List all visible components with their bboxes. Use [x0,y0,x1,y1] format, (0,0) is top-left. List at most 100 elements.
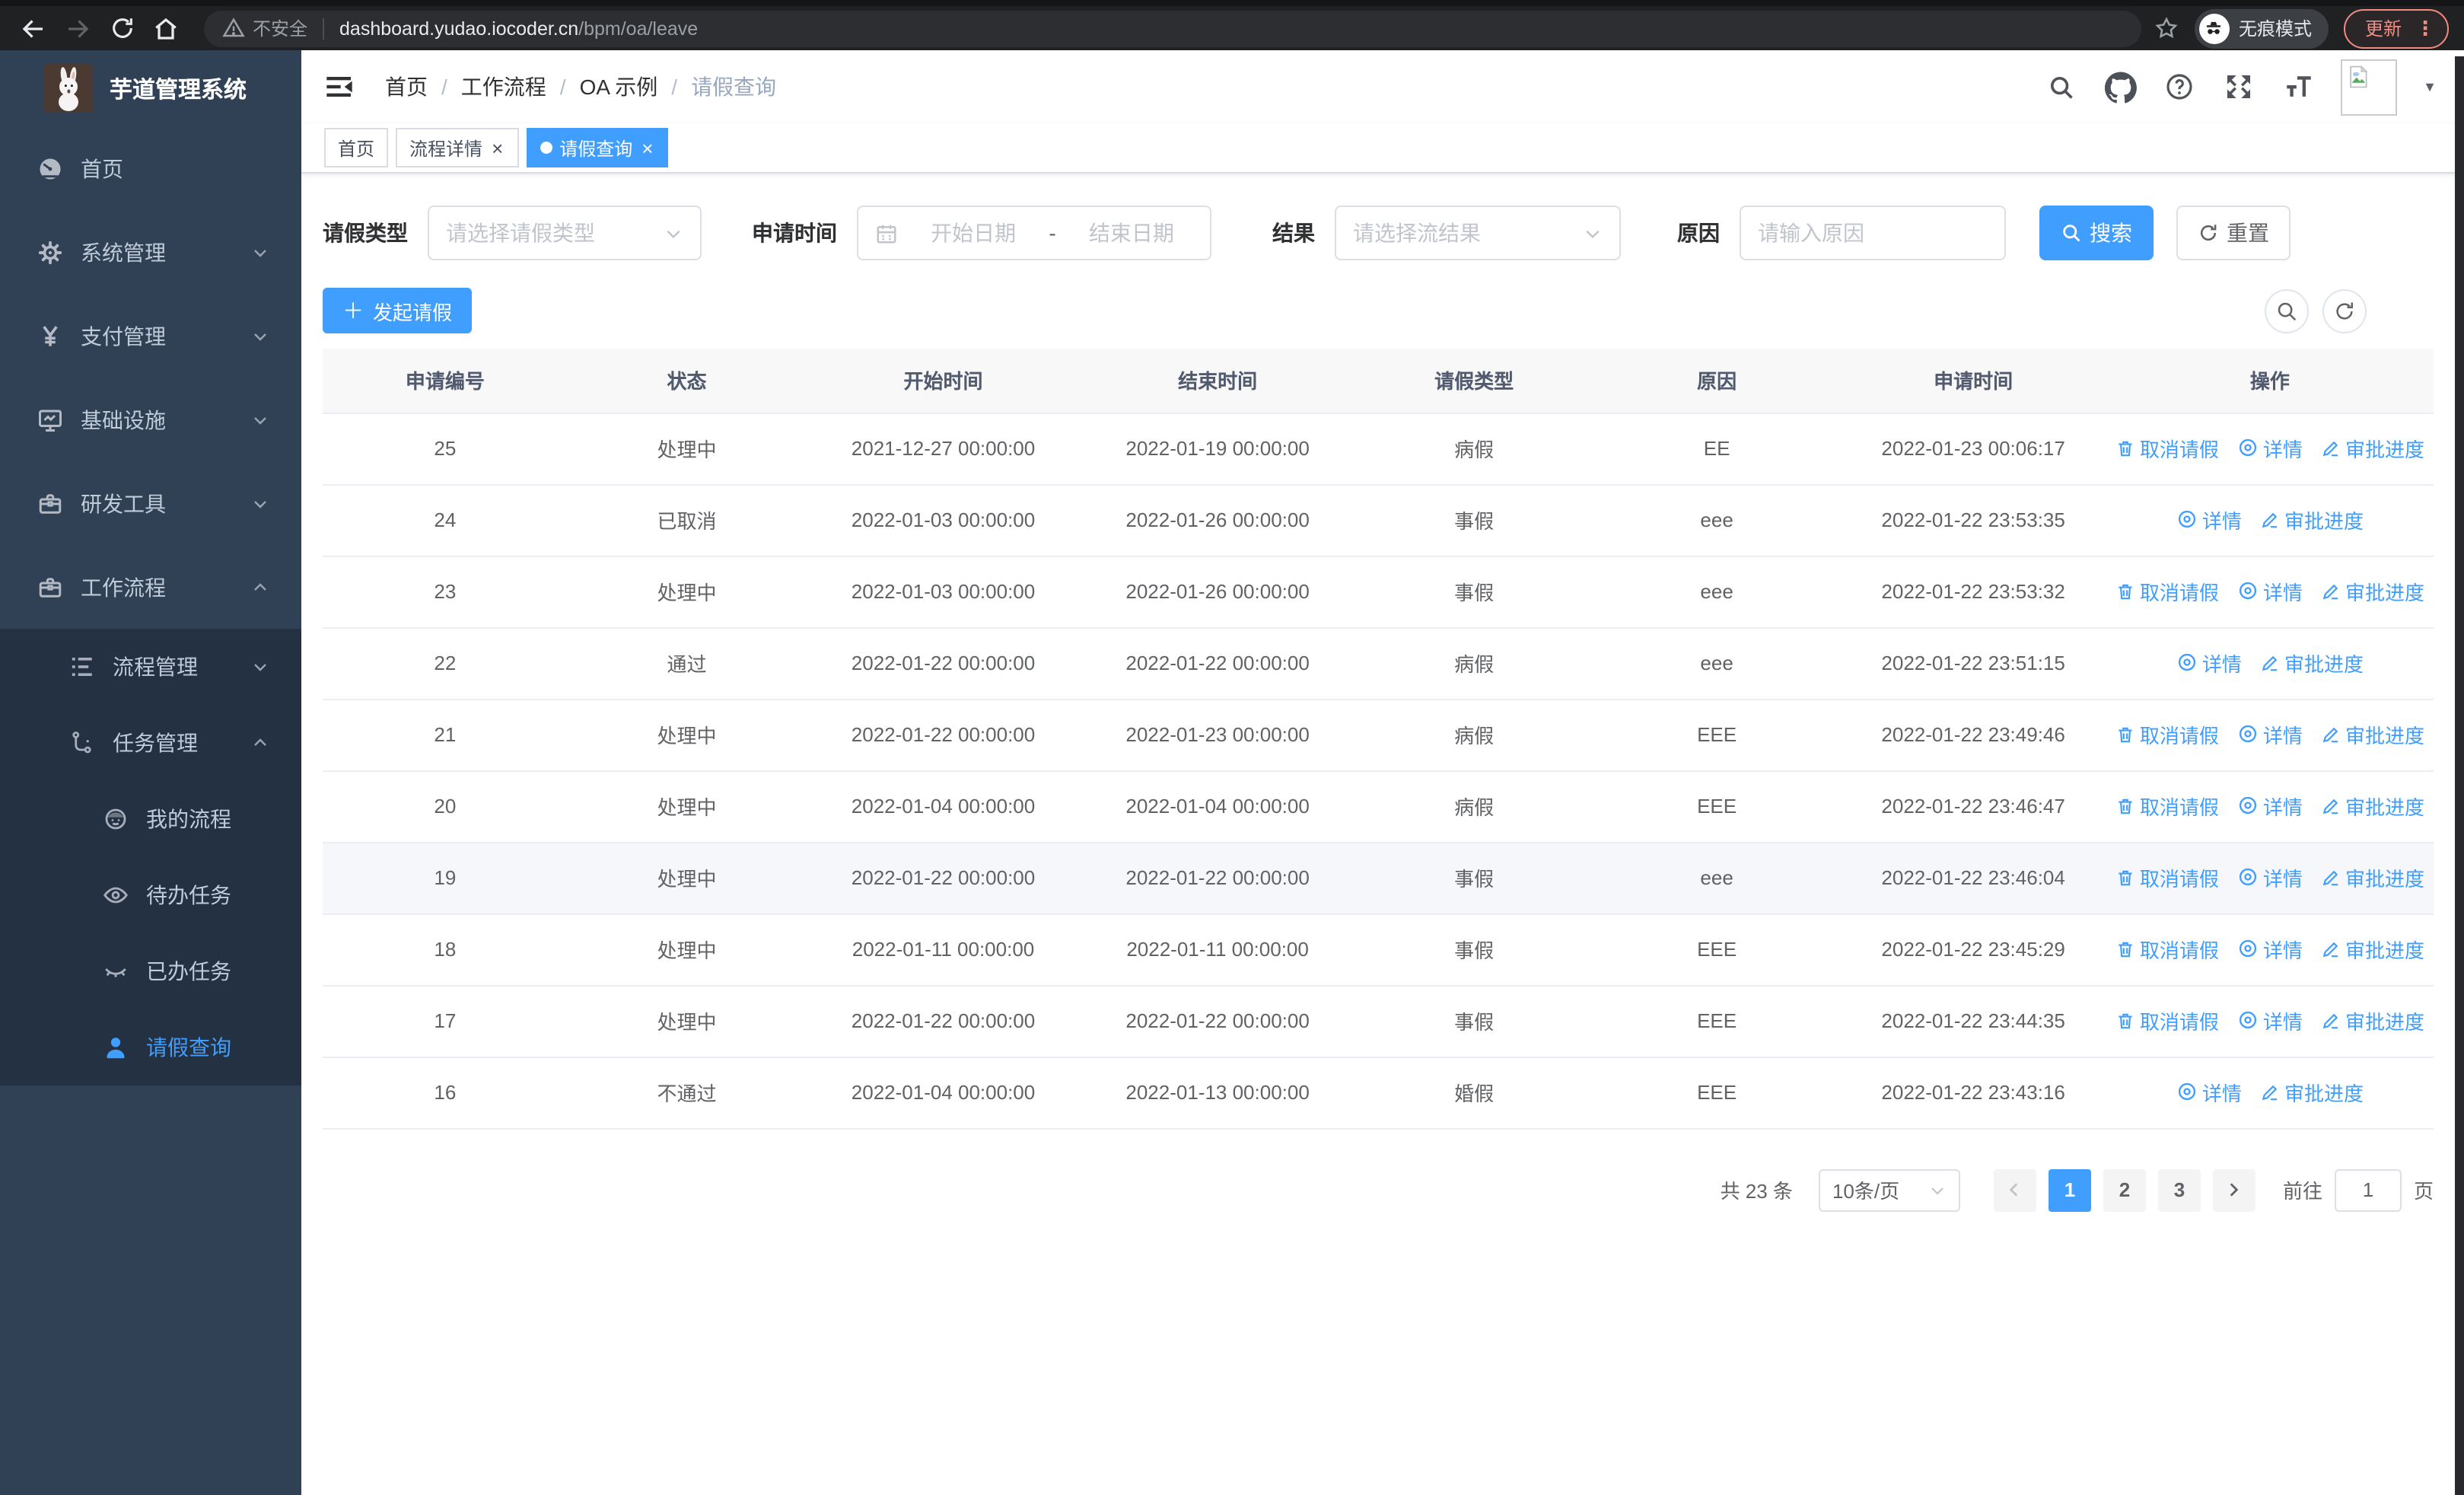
goto-page-input[interactable] [2334,1168,2402,1211]
pen-icon [2262,1085,2278,1101]
result-select[interactable]: 请选择流结果 [1335,206,1621,260]
tag-close-icon[interactable]: × [490,138,505,158]
page-button-1[interactable]: 1 [2048,1168,2091,1211]
tag-close-icon[interactable]: × [640,138,654,158]
action-detail-link[interactable]: 详情 [2237,792,2303,821]
github-icon[interactable] [2103,70,2137,104]
app-logo-row[interactable]: 芋道管理系统 [0,50,301,126]
app-logo-rabbit-image [44,64,93,113]
breadcrumb-oa-example[interactable]: OA 示例 [580,72,658,102]
prev-page-button[interactable] [1993,1168,2036,1211]
end-date-placeholder[interactable]: 结束日期 [1070,218,1193,248]
action-progress-link[interactable]: 审批进度 [2321,1007,2424,1036]
pen-icon [2322,1014,2338,1029]
breadcrumb-separator: / [671,75,678,99]
table-row: 21 处理中 2022-01-22 00:00:00 2022-01-23 00:00… [323,699,2434,771]
leave-type-select[interactable]: 请选择请假类型 [428,206,702,260]
action-progress-link[interactable]: 审批进度 [2260,506,2364,535]
sidebar-collapse-icon[interactable] [324,70,358,104]
sidebar-item-label: 任务管理 [113,731,198,755]
action-detail-link[interactable]: 详情 [2237,434,2303,463]
action-cancel-link[interactable]: 取消请假 [2115,721,2219,750]
browser-scrollbar[interactable] [2455,56,2464,1495]
avatar[interactable] [2341,59,2398,115]
bookmark-star-icon[interactable] [2154,15,2179,41]
action-detail-link[interactable]: 详情 [2176,1078,2242,1107]
tag-process-detail[interactable]: 流程详情 × [396,128,519,167]
next-page-button[interactable] [2212,1168,2255,1211]
action-progress-link[interactable]: 审批进度 [2321,864,2424,893]
browser-menu-dots-icon[interactable]: ⋮ [2415,16,2435,40]
font-size-icon[interactable] [2281,70,2315,104]
action-detail-link[interactable]: 详情 [2237,1006,2303,1035]
action-cancel-link[interactable]: 取消请假 [2115,1007,2219,1036]
action-cancel-link[interactable]: 取消请假 [2115,792,2219,821]
action-progress-link[interactable]: 审批进度 [2321,792,2424,821]
action-cancel-link[interactable]: 取消请假 [2115,936,2219,964]
sidebar-item-workflow[interactable]: 工作流程 [0,545,301,629]
cell-actions: 详情 审批进度 [2106,627,2434,700]
page-button-2[interactable]: 2 [2103,1168,2146,1211]
sidebar-item-system[interactable]: 系统管理 [0,210,301,294]
action-detail-link[interactable]: 详情 [2176,649,2242,677]
fullscreen-icon[interactable] [2222,70,2255,104]
avatar-caret-icon[interactable]: ▼ [2423,79,2437,94]
browser-update-button[interactable]: 更新 ⋮ [2343,8,2449,48]
reset-button[interactable]: 重置 [2176,206,2291,260]
url-host[interactable]: dashboard.yudao.iocoder.cn [339,18,578,39]
breadcrumb-home[interactable]: 首页 [385,72,428,102]
sidebar-item-payment[interactable]: 支付管理 [0,294,301,378]
action-progress-link[interactable]: 审批进度 [2321,578,2424,607]
action-detail-link[interactable]: 详情 [2237,720,2303,749]
tag-leave-query[interactable]: 请假查询 × [526,128,669,167]
action-progress-link[interactable]: 审批进度 [2321,936,2424,964]
sidebar-item-my-process[interactable]: 我的流程 [0,781,301,857]
security-label[interactable]: 不安全 [253,15,307,41]
sidebar-item-task-mgmt[interactable]: 任务管理 [0,705,301,781]
table-header-row: 申请编号 状态 开始时间 结束时间 请假类型 原因 申请时间 操作 [323,349,2434,413]
sidebar-item-label: 系统管理 [81,240,166,264]
start-date-placeholder[interactable]: 开始日期 [912,218,1035,248]
browser-back-icon[interactable] [15,10,52,46]
leave-type-placeholder: 请选择请假类型 [446,221,595,245]
action-cancel-link[interactable]: 取消请假 [2115,578,2219,607]
page-button-3[interactable]: 3 [2157,1168,2201,1211]
action-progress-link[interactable]: 审批进度 [2321,721,2424,750]
browser-home-icon[interactable] [148,10,184,46]
app-title: 芋道管理系统 [110,77,247,103]
sidebar-item-process-mgmt[interactable]: 流程管理 [0,629,301,705]
action-detail-link[interactable]: 详情 [2176,505,2242,534]
create-leave-button[interactable]: ＋ 发起请假 [323,288,473,333]
help-icon[interactable] [2163,70,2196,104]
sidebar-item-home[interactable]: 首页 [0,126,301,210]
action-detail-link[interactable]: 详情 [2237,577,2303,606]
page-size-select[interactable]: 10条/页 [1818,1168,1960,1211]
browser-reload-icon[interactable] [103,10,140,46]
breadcrumb-workflow[interactable]: 工作流程 [461,72,546,102]
sidebar-item-devtools[interactable]: 研发工具 [0,461,301,545]
sidebar-item-todo-tasks[interactable]: 待办任务 [0,857,301,933]
cell-apply_time: 2022-01-22 23:46:47 [1840,770,2106,843]
header-search-icon[interactable] [2044,70,2077,104]
sidebar-item-leave-query[interactable]: 请假查询 [0,1009,301,1085]
apply-time-range-picker[interactable]: 开始日期 - 结束日期 [857,206,1211,260]
action-cancel-link[interactable]: 取消请假 [2115,435,2219,464]
search-button[interactable]: 搜索 [2039,206,2154,260]
action-progress-link[interactable]: 审批进度 [2260,1079,2364,1108]
reason-input[interactable] [1758,221,1988,245]
browser-forward-icon[interactable] [59,10,96,46]
action-progress-link[interactable]: 审批进度 [2260,649,2364,678]
url-path[interactable]: /bpm/oa/leave [578,18,698,39]
action-detail-link[interactable]: 详情 [2237,935,2303,964]
cell-status: 处理中 [567,770,807,843]
action-detail-link[interactable]: 详情 [2237,863,2303,892]
address-bar[interactable]: 不安全 dashboard.yudao.iocoder.cn/bpm/oa/le… [204,10,2141,46]
sidebar-item-infra[interactable]: 基础设施 [0,378,301,461]
cell-actions: 详情 审批进度 [2106,484,2434,556]
action-progress-link[interactable]: 审批进度 [2321,435,2424,464]
table-refresh-button[interactable] [2322,288,2367,333]
sidebar-item-done-tasks[interactable]: 已办任务 [0,933,301,1009]
table-search-toggle-button[interactable] [2265,288,2309,333]
action-cancel-link[interactable]: 取消请假 [2115,864,2219,893]
tag-home[interactable]: 首页 [324,128,389,167]
